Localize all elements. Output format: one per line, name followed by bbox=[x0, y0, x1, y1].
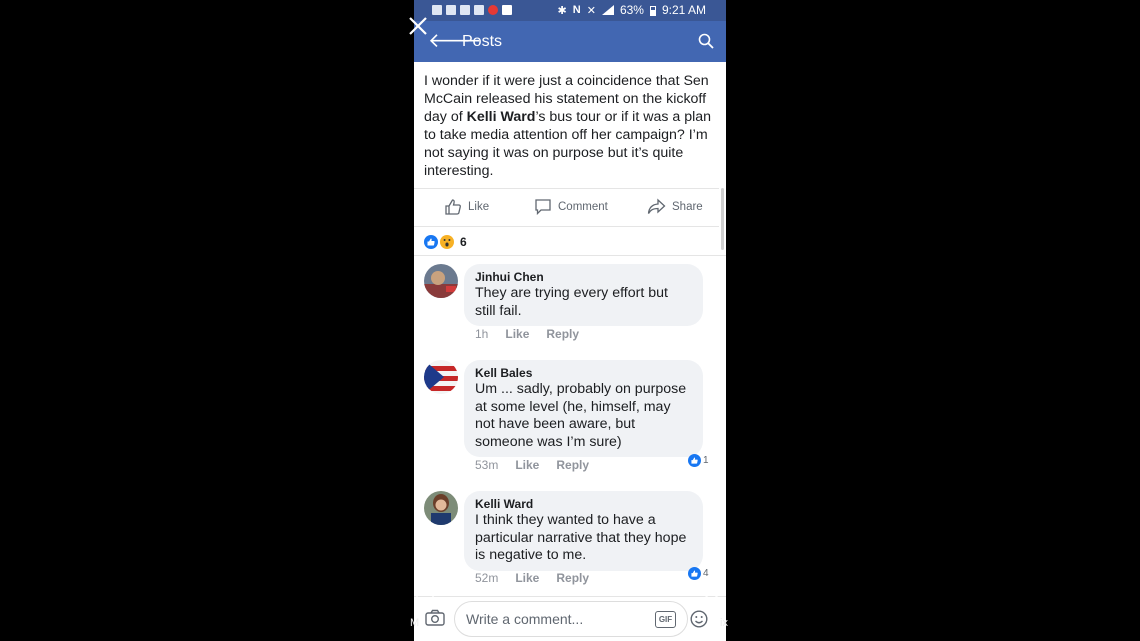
status-bar: ✱ N ✕ 63% 9:21 AM bbox=[414, 0, 726, 21]
comment-bubble[interactable]: Kell Bales Um ... sadly, probably on pur… bbox=[464, 360, 703, 458]
pencil-icon[interactable] bbox=[700, 582, 726, 608]
like-reaction-icon bbox=[424, 235, 438, 249]
overlay-label-left: M bbox=[410, 617, 420, 629]
battery-percent: 63% bbox=[619, 3, 644, 17]
gif-button[interactable]: GIF bbox=[655, 611, 676, 628]
notification-icons bbox=[432, 5, 512, 15]
like-label: Like bbox=[468, 201, 490, 213]
comment-reaction-count[interactable]: 1 bbox=[688, 454, 709, 467]
top-navigation-bar: 🡐 Posts bbox=[414, 21, 726, 62]
facebook-app-screen: ✱ N ✕ 63% 9:21 AM 🡐 Posts I wonder if it… bbox=[414, 0, 726, 641]
comment-reaction-count[interactable]: 4 bbox=[688, 567, 709, 580]
search-icon[interactable] bbox=[698, 33, 714, 49]
system-status: ✱ N ✕ 63% 9:21 AM bbox=[558, 3, 706, 17]
comment-text: They are trying every effort but still f… bbox=[475, 285, 668, 319]
clock: 9:21 AM bbox=[661, 3, 706, 17]
emoji-icon[interactable] bbox=[690, 610, 708, 628]
comment-item: Kelli Ward I think they wanted to have a… bbox=[424, 491, 716, 591]
comment-reply-button[interactable]: Reply bbox=[556, 571, 589, 585]
reaction-count: 4 bbox=[703, 568, 709, 579]
comment-bubble[interactable]: Jinhui Chen They are trying every effort… bbox=[464, 264, 703, 327]
comment-meta: 1h Like Reply bbox=[475, 327, 579, 341]
youtube-notification-icon bbox=[502, 5, 512, 15]
heart-notification-icon bbox=[488, 5, 498, 15]
upload-share-icon[interactable] bbox=[414, 580, 436, 606]
comment-time: 53m bbox=[475, 458, 499, 472]
comment-label: Comment bbox=[558, 200, 608, 213]
share-label: Share bbox=[672, 200, 703, 213]
signal-icon bbox=[601, 5, 614, 15]
comment-item: Jinhui Chen They are trying every effort… bbox=[424, 264, 716, 344]
comment-author[interactable]: Kell Bales bbox=[475, 366, 689, 381]
avatar[interactable] bbox=[424, 360, 458, 394]
page-title: Posts bbox=[462, 33, 503, 50]
comment-bubble[interactable]: Kelli Ward I think they wanted to have a… bbox=[464, 491, 703, 571]
facebook-notification-icon bbox=[460, 5, 470, 15]
gallery-notification-icon bbox=[474, 5, 484, 15]
share-arrow-icon bbox=[647, 198, 666, 214]
comment-text: I think they wanted to have a particular… bbox=[475, 512, 687, 564]
wow-reaction-icon bbox=[440, 235, 454, 249]
reaction-count: 6 bbox=[460, 235, 467, 249]
comment-like-button[interactable]: Like bbox=[505, 327, 529, 341]
comment-time: 1h bbox=[475, 327, 489, 341]
comment-input-placeholder: Write a comment... bbox=[466, 611, 584, 627]
facebook-notification-icon bbox=[432, 5, 442, 15]
section-divider bbox=[414, 255, 726, 256]
comment-author[interactable]: Kelli Ward bbox=[475, 497, 689, 512]
mute-icon: ✕ bbox=[586, 4, 596, 17]
thumbs-up-icon bbox=[445, 199, 461, 215]
comment-text: Um ... sadly, probably on purpose at som… bbox=[475, 381, 687, 450]
comment-item: Kell Bales Um ... sadly, probably on pur… bbox=[424, 360, 716, 475]
comment-like-button[interactable]: Like bbox=[515, 571, 539, 585]
like-reaction-icon bbox=[688, 454, 701, 467]
battery-icon bbox=[649, 5, 656, 16]
camera-icon[interactable] bbox=[425, 609, 445, 626]
nfc-icon: N bbox=[572, 4, 581, 16]
comment-author[interactable]: Jinhui Chen bbox=[475, 270, 689, 285]
comment-meta: 53m Like Reply bbox=[475, 458, 589, 472]
close-icon[interactable] bbox=[408, 16, 428, 36]
comment-like-button[interactable]: Like bbox=[515, 458, 539, 472]
scrollbar[interactable] bbox=[721, 188, 724, 250]
bluetooth-icon: ✱ bbox=[557, 4, 567, 17]
reaction-count: 1 bbox=[703, 455, 709, 466]
comment-composer: Write a comment... GIF bbox=[414, 596, 726, 641]
facebook-notification-icon bbox=[446, 5, 456, 15]
avatar[interactable] bbox=[424, 264, 458, 298]
share-button[interactable]: Share bbox=[647, 198, 703, 215]
tagged-name-link[interactable]: Kelli Ward bbox=[467, 109, 536, 125]
post-action-bar: Like Comment Share bbox=[414, 188, 719, 227]
overlay-label-right: ix bbox=[720, 617, 728, 629]
post-text: I wonder if it were just a coincidence t… bbox=[424, 72, 716, 180]
comment-time: 52m bbox=[475, 571, 499, 585]
reaction-summary[interactable]: 6 bbox=[424, 235, 467, 249]
comment-reply-button[interactable]: Reply bbox=[556, 458, 589, 472]
comment-icon bbox=[535, 199, 551, 215]
comment-meta: 52m Like Reply bbox=[475, 571, 589, 585]
comment-button[interactable]: Comment bbox=[534, 198, 608, 215]
like-button[interactable]: Like bbox=[444, 198, 489, 216]
comment-input[interactable]: Write a comment... GIF bbox=[454, 601, 708, 637]
like-reaction-icon bbox=[688, 567, 701, 580]
avatar[interactable] bbox=[424, 491, 458, 525]
comment-reply-button[interactable]: Reply bbox=[546, 327, 579, 341]
